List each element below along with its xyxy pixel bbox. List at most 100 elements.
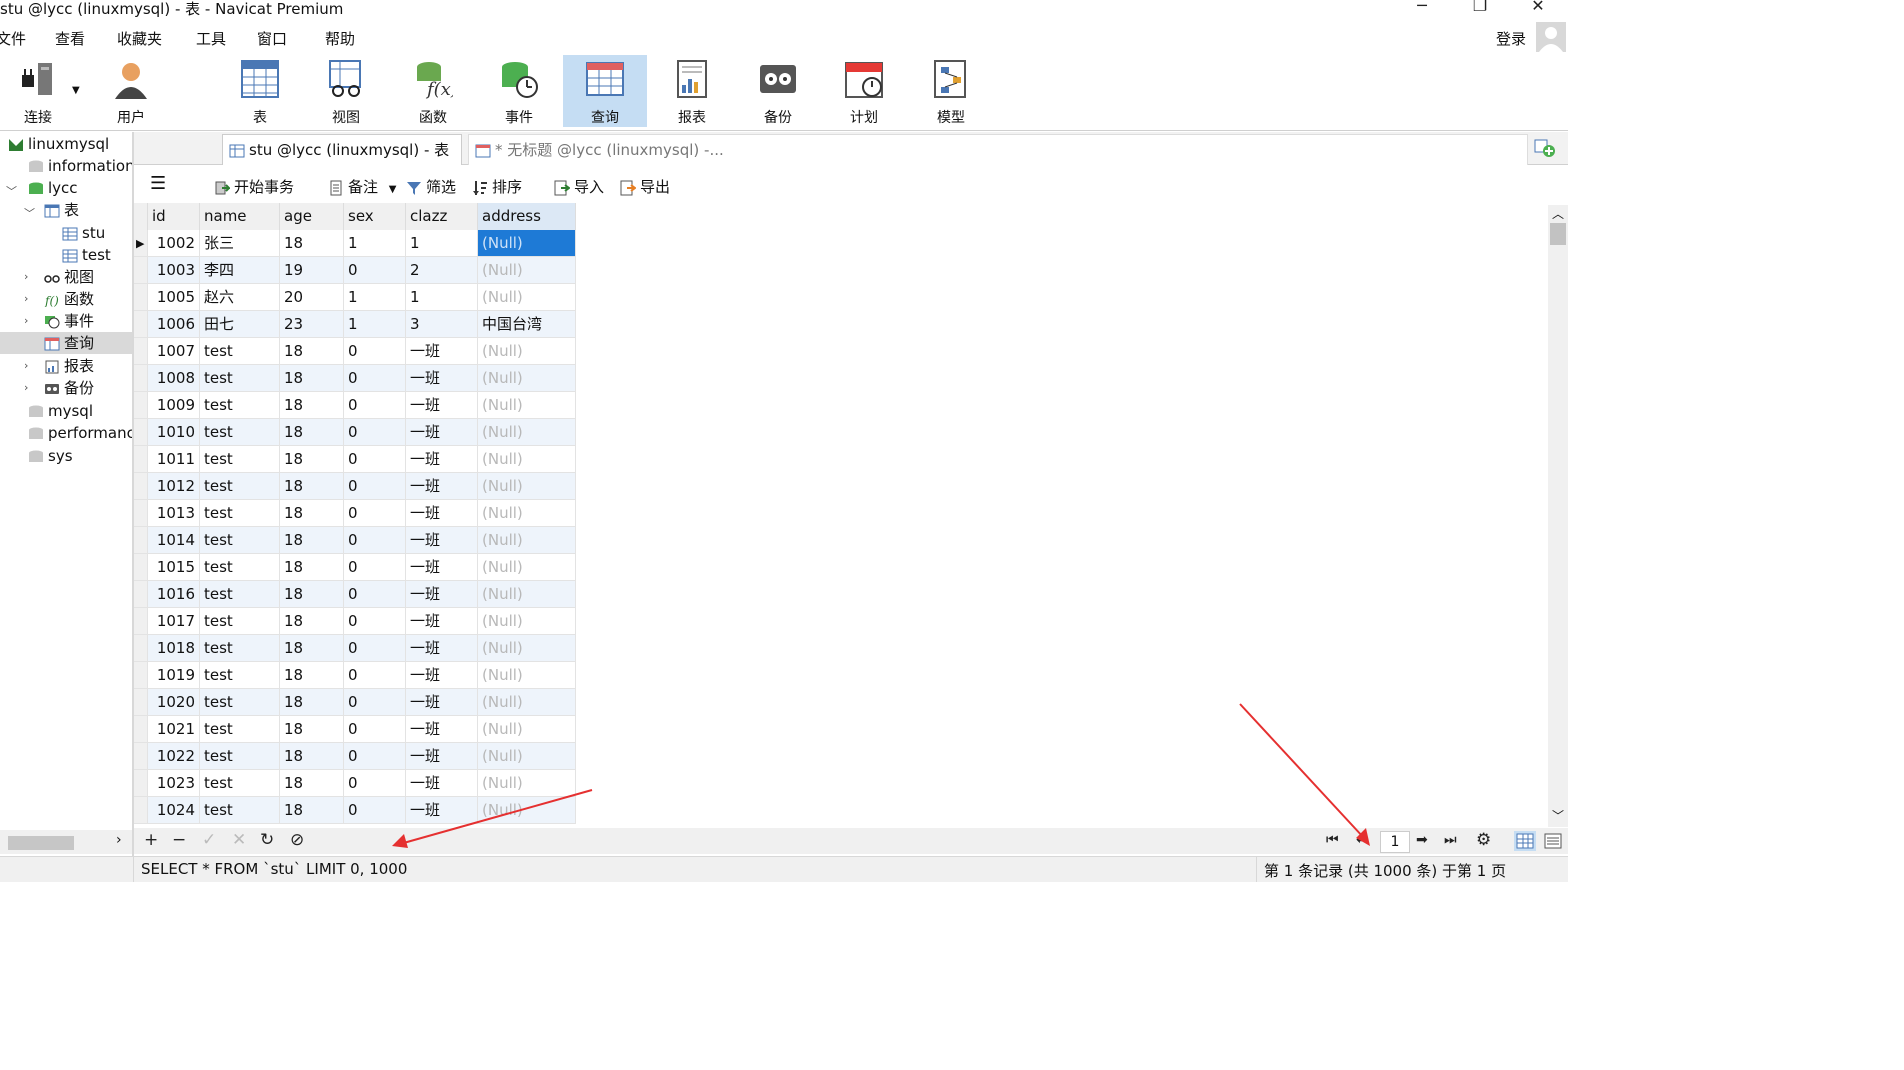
table-row[interactable]: 1014 test 18 0 一班 (Null) bbox=[134, 527, 576, 554]
avatar-icon[interactable] bbox=[1536, 22, 1566, 52]
filter-button[interactable]: 筛选 bbox=[406, 176, 456, 197]
row-indicator[interactable] bbox=[134, 581, 148, 608]
add-record-button[interactable]: + bbox=[144, 830, 158, 850]
cell-address[interactable]: (Null) bbox=[478, 662, 576, 689]
refresh-button[interactable]: ↻ bbox=[260, 830, 274, 850]
row-indicator[interactable] bbox=[134, 284, 148, 311]
ribbon-view-button[interactable]: 视图 bbox=[304, 55, 388, 127]
tab-stu-table[interactable]: stu @lycc (linuxmysql) - 表 bbox=[222, 134, 462, 165]
cell-age[interactable]: 18 bbox=[280, 446, 344, 473]
table-row[interactable]: 1005 赵六 20 1 1 (Null) bbox=[134, 284, 576, 311]
column-header-id[interactable]: id bbox=[148, 203, 200, 230]
form-view-icon[interactable] bbox=[1542, 831, 1564, 851]
table-row[interactable]: 1011 test 18 0 一班 (Null) bbox=[134, 446, 576, 473]
table-row[interactable]: 1009 test 18 0 一班 (Null) bbox=[134, 392, 576, 419]
cell-name[interactable]: test bbox=[200, 554, 280, 581]
ribbon-schedule-button[interactable]: 计划 bbox=[822, 55, 906, 127]
cell-name[interactable]: test bbox=[200, 581, 280, 608]
cell-sex[interactable]: 0 bbox=[344, 500, 406, 527]
cell-sex[interactable]: 0 bbox=[344, 608, 406, 635]
page-number-input[interactable]: 1 bbox=[1380, 831, 1410, 853]
first-page-button[interactable]: ⏮ bbox=[1326, 832, 1339, 848]
import-button[interactable]: 导入 bbox=[554, 176, 604, 197]
table-row[interactable]: 1021 test 18 0 一班 (Null) bbox=[134, 716, 576, 743]
cell-name[interactable]: test bbox=[200, 527, 280, 554]
cell-age[interactable]: 18 bbox=[280, 365, 344, 392]
cell-age[interactable]: 18 bbox=[280, 635, 344, 662]
menu-file[interactable]: 文件 bbox=[0, 28, 26, 49]
cell-id[interactable]: 1007 bbox=[148, 338, 200, 365]
table-row[interactable]: 1012 test 18 0 一班 (Null) bbox=[134, 473, 576, 500]
row-indicator[interactable] bbox=[134, 635, 148, 662]
cell-name[interactable]: test bbox=[200, 743, 280, 770]
tree-node-test[interactable]: test bbox=[62, 244, 111, 266]
delete-record-button[interactable]: − bbox=[172, 830, 186, 850]
cell-name[interactable]: 李四 bbox=[200, 257, 280, 284]
cell-sex[interactable]: 0 bbox=[344, 716, 406, 743]
cell-clazz[interactable]: 一班 bbox=[406, 419, 478, 446]
cell-sex[interactable]: 0 bbox=[344, 689, 406, 716]
tree-node-performance-schema[interactable]: performance_schema bbox=[28, 422, 132, 444]
apply-changes-button[interactable]: ✓ bbox=[202, 830, 216, 850]
cell-age[interactable]: 18 bbox=[280, 230, 344, 257]
tab-untitled-query[interactable]: * 无标题 @lycc (linuxmysql) -... bbox=[468, 134, 1528, 165]
cell-id[interactable]: 1008 bbox=[148, 365, 200, 392]
cell-name[interactable]: test bbox=[200, 689, 280, 716]
scroll-right-icon[interactable]: › bbox=[116, 832, 122, 848]
menu-help[interactable]: 帮助 bbox=[325, 28, 355, 49]
column-header-clazz[interactable]: clazz bbox=[406, 203, 478, 230]
row-indicator[interactable] bbox=[134, 770, 148, 797]
cell-name[interactable]: test bbox=[200, 716, 280, 743]
previous-page-button[interactable]: ⬅ bbox=[1356, 832, 1368, 848]
table-row[interactable]: ▶ 1002 张三 18 1 1 (Null) bbox=[134, 230, 576, 257]
cell-clazz[interactable]: 一班 bbox=[406, 446, 478, 473]
cell-clazz[interactable]: 2 bbox=[406, 257, 478, 284]
cell-age[interactable]: 18 bbox=[280, 419, 344, 446]
cell-sex[interactable]: 0 bbox=[344, 770, 406, 797]
table-row[interactable]: 1008 test 18 0 一班 (Null) bbox=[134, 365, 576, 392]
cell-id[interactable]: 1018 bbox=[148, 635, 200, 662]
ribbon-table-button[interactable]: 表 bbox=[218, 55, 302, 127]
cell-address[interactable]: (Null) bbox=[478, 635, 576, 662]
cell-clazz[interactable]: 一班 bbox=[406, 635, 478, 662]
row-indicator[interactable] bbox=[134, 689, 148, 716]
vertical-scrollbar[interactable]: ︿ ﹀ bbox=[1548, 205, 1568, 827]
row-indicator[interactable] bbox=[134, 257, 148, 284]
sidebar-horizontal-scrollbar[interactable]: › bbox=[0, 830, 132, 854]
cell-age[interactable]: 18 bbox=[280, 527, 344, 554]
cell-name[interactable]: test bbox=[200, 662, 280, 689]
last-page-button[interactable]: ⏭ bbox=[1444, 832, 1457, 848]
next-page-button[interactable]: ➡ bbox=[1416, 832, 1428, 848]
cell-id[interactable]: 1014 bbox=[148, 527, 200, 554]
cell-name[interactable]: test bbox=[200, 797, 280, 824]
cell-sex[interactable]: 0 bbox=[344, 743, 406, 770]
cell-sex[interactable]: 1 bbox=[344, 311, 406, 338]
menu-tools[interactable]: 工具 bbox=[196, 28, 226, 49]
cell-age[interactable]: 18 bbox=[280, 554, 344, 581]
cell-address[interactable]: (Null) bbox=[478, 473, 576, 500]
cell-clazz[interactable]: 一班 bbox=[406, 338, 478, 365]
cell-address[interactable]: (Null) bbox=[478, 419, 576, 446]
hamburger-menu-icon[interactable]: ☰ bbox=[150, 173, 166, 194]
menu-window[interactable]: 窗口 bbox=[257, 28, 287, 49]
cell-clazz[interactable]: 1 bbox=[406, 284, 478, 311]
scrollbar-thumb[interactable] bbox=[8, 836, 74, 850]
cell-sex[interactable]: 0 bbox=[344, 473, 406, 500]
table-row[interactable]: 1006 田七 23 1 3 中国台湾 bbox=[134, 311, 576, 338]
tree-node-information-schema[interactable]: information_schema bbox=[28, 155, 132, 177]
cell-age[interactable]: 20 bbox=[280, 284, 344, 311]
cell-address[interactable]: (Null) bbox=[478, 608, 576, 635]
cell-age[interactable]: 18 bbox=[280, 473, 344, 500]
tree-node-events[interactable]: 事件 bbox=[44, 310, 94, 332]
cell-sex[interactable]: 0 bbox=[344, 581, 406, 608]
cell-id[interactable]: 1024 bbox=[148, 797, 200, 824]
cell-address[interactable]: (Null) bbox=[478, 527, 576, 554]
cell-name[interactable]: 张三 bbox=[200, 230, 280, 257]
cell-name[interactable]: 赵六 bbox=[200, 284, 280, 311]
cell-sex[interactable]: 0 bbox=[344, 635, 406, 662]
cell-id[interactable]: 1013 bbox=[148, 500, 200, 527]
cell-name[interactable]: test bbox=[200, 392, 280, 419]
cell-age[interactable]: 18 bbox=[280, 608, 344, 635]
row-indicator[interactable] bbox=[134, 365, 148, 392]
cell-id[interactable]: 1023 bbox=[148, 770, 200, 797]
